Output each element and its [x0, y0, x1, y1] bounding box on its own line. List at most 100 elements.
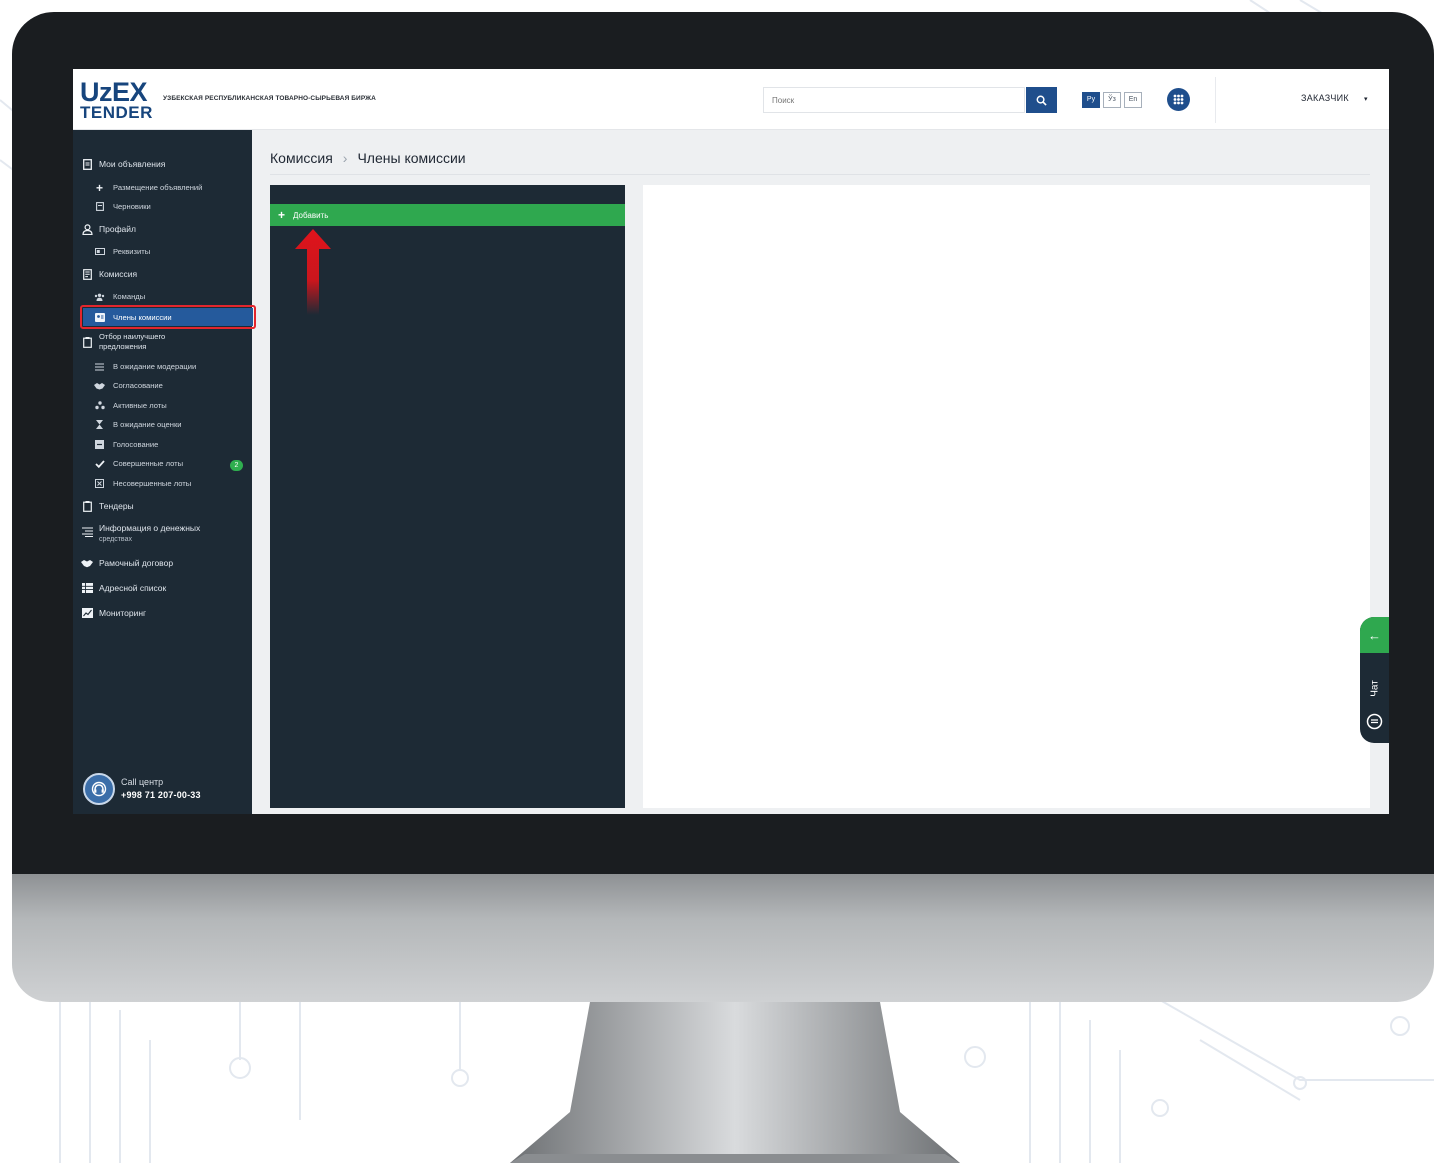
chat-tab[interactable]: ← Чат: [1360, 617, 1389, 743]
sidebar-item-drafts[interactable]: Черновики: [94, 201, 151, 212]
sidebar-item-tenders[interactable]: Тендеры: [81, 500, 134, 512]
breadcrumb-divider: [270, 174, 1370, 175]
clipboard-icon: [81, 336, 93, 348]
sidebar-item-label: Реквизиты: [113, 247, 151, 256]
organization-name: УЗБЕКСКАЯ РЕСПУБЛИКАНСКАЯ ТОВАРНО-СЫРЬЕВ…: [163, 95, 376, 102]
red-arrow-icon: [295, 229, 331, 315]
headset-icon: [83, 773, 115, 805]
breadcrumb-current: Члены комиссии: [357, 150, 466, 166]
document-icon: [81, 158, 93, 170]
chat-label: Чат: [1369, 680, 1381, 697]
sidebar-item-label: Несовершенные лоты: [113, 479, 192, 488]
sidebar-item-profile[interactable]: Профайл: [81, 223, 136, 235]
sidebar-item-awaiting-evaluation[interactable]: В ожидание оценки: [94, 419, 182, 430]
sidebar-item-address-list[interactable]: Адресной список: [81, 582, 166, 594]
call-center-phone[interactable]: +998 71 207-00-33: [121, 789, 201, 802]
search-box: [763, 87, 1025, 113]
search-icon: [1036, 95, 1047, 106]
lang-en-button[interactable]: En: [1124, 92, 1142, 108]
sidebar-item-label: Мои объявления: [99, 159, 166, 169]
grid-dots-icon: [1173, 94, 1184, 105]
sidebar-item-label: Черновики: [113, 202, 151, 211]
sidebar-item-label: Голосование: [113, 440, 159, 449]
breadcrumb: Комиссия › Члены комиссии: [270, 150, 466, 166]
sidebar-item-awaiting-moderation[interactable]: В ожидание модерации: [94, 361, 196, 372]
call-center[interactable]: Call центр +998 71 207-00-33: [83, 773, 201, 805]
sidebar-item-label: Рамочный договор: [99, 558, 174, 568]
chevron-right-icon: ›: [342, 150, 348, 166]
chevron-down-icon[interactable]: ▾: [1364, 95, 1368, 103]
label-line-2: предложения: [99, 342, 147, 351]
draft-icon: [94, 201, 105, 212]
member-details-panel: [643, 185, 1370, 808]
sidebar-item-label: Профайл: [99, 224, 136, 234]
search-button[interactable]: [1026, 87, 1057, 113]
user-icon: [81, 223, 93, 235]
label-line-2: средствах: [99, 536, 132, 543]
monitoring-icon: [81, 607, 93, 619]
plus-icon: +: [278, 208, 286, 222]
sidebar-item-monitoring[interactable]: Мониторинг: [81, 607, 146, 619]
money-list-icon: [81, 526, 93, 538]
card-icon: [94, 246, 105, 257]
sidebar-item-money-info[interactable]: Информация о денежных средствах: [81, 523, 200, 545]
clipboard-icon: [81, 500, 93, 512]
list-icon: [94, 361, 105, 372]
sidebar-item-teams[interactable]: Команды: [94, 291, 145, 302]
uzex-logo[interactable]: UzEX TENDER: [80, 77, 160, 122]
chat-bubble-icon: [1366, 713, 1383, 730]
highlight-outline: [80, 305, 256, 329]
sidebar-item-commission[interactable]: Комиссия: [81, 268, 137, 280]
sidebar-item-approval[interactable]: Согласование: [94, 380, 163, 391]
sidebar-item-label: Команды: [113, 292, 146, 301]
add-member-button[interactable]: + Добавить: [270, 204, 625, 226]
monitor-stand: [510, 1002, 960, 1163]
arrow-left-icon[interactable]: ←: [1360, 617, 1389, 653]
user-role-menu[interactable]: ЗАКАЗЧИК: [1301, 93, 1349, 103]
sidebar-item-completed-lots[interactable]: Совершенные лоты: [94, 458, 183, 469]
sidebar-item-best-offer[interactable]: Отбор наилучшего предложения: [81, 332, 165, 352]
sidebar-item-label: Адресной список: [99, 583, 167, 593]
cross-box-icon: [94, 478, 105, 489]
plus-icon: +: [95, 180, 103, 195]
handshake-icon: [94, 380, 105, 391]
active-lots-icon: [94, 400, 105, 411]
logo-text-top: UzEX: [80, 77, 148, 107]
sidebar-item-my-announcements[interactable]: Мои объявления: [81, 158, 165, 170]
sidebar-item-label: В ожидание модерации: [113, 362, 197, 371]
sidebar-item-label: Согласование: [113, 381, 163, 390]
commission-icon: [81, 268, 93, 280]
sidebar-item-label: Тендеры: [99, 501, 134, 511]
header-divider: [1215, 77, 1216, 123]
count-badge: 2: [230, 460, 243, 471]
logo-text-bottom: TENDER: [80, 103, 153, 122]
stage: UzEX TENDER УЗБЕКСКАЯ РЕСПУБЛИКАНСКАЯ ТО…: [0, 0, 1434, 1163]
label-line-1: Информация о денежных: [99, 523, 201, 533]
sidebar-item-label: Совершенные лоты: [113, 459, 184, 468]
handshake-icon: [81, 557, 93, 569]
check-icon: [94, 458, 105, 469]
sidebar: Мои объявления + Размещение объявлений Че…: [73, 130, 256, 814]
search-input[interactable]: [764, 88, 1024, 112]
sidebar-item-incomplete-lots[interactable]: Несовершенные лоты: [94, 478, 191, 489]
lang-ru-button[interactable]: Ру: [1082, 92, 1100, 108]
top-header: UzEX TENDER УЗБЕКСКАЯ РЕСПУБЛИКАНСКАЯ ТО…: [73, 69, 1389, 130]
call-center-title: Call центр: [121, 777, 164, 787]
sidebar-item-label: Размещение объявлений: [113, 183, 203, 192]
sidebar-item-post-announcement[interactable]: + Размещение объявлений: [94, 180, 203, 195]
sidebar-item-active-lots[interactable]: Активные лоты: [94, 400, 167, 411]
breadcrumb-parent[interactable]: Комиссия: [270, 150, 333, 166]
sidebar-item-label: Отбор наилучшего предложения: [99, 332, 165, 352]
sidebar-item-voting[interactable]: Голосование: [94, 439, 158, 450]
team-icon: [94, 291, 105, 302]
sidebar-item-framework-agreement[interactable]: Рамочный договор: [81, 557, 173, 569]
sidebar-item-label: Активные лоты: [113, 401, 167, 410]
sidebar-item-label: Мониторинг: [99, 608, 147, 618]
monitor-chin: [12, 874, 1434, 1002]
lang-uz-button[interactable]: Ўз: [1103, 92, 1121, 108]
sidebar-item-requisites[interactable]: Реквизиты: [94, 246, 150, 257]
apps-grid-icon[interactable]: [1167, 88, 1190, 111]
add-button-label: Добавить: [293, 210, 329, 220]
sidebar-item-label: Информация о денежных средствах: [99, 523, 200, 545]
label-line-1: Отбор наилучшего: [99, 332, 166, 341]
